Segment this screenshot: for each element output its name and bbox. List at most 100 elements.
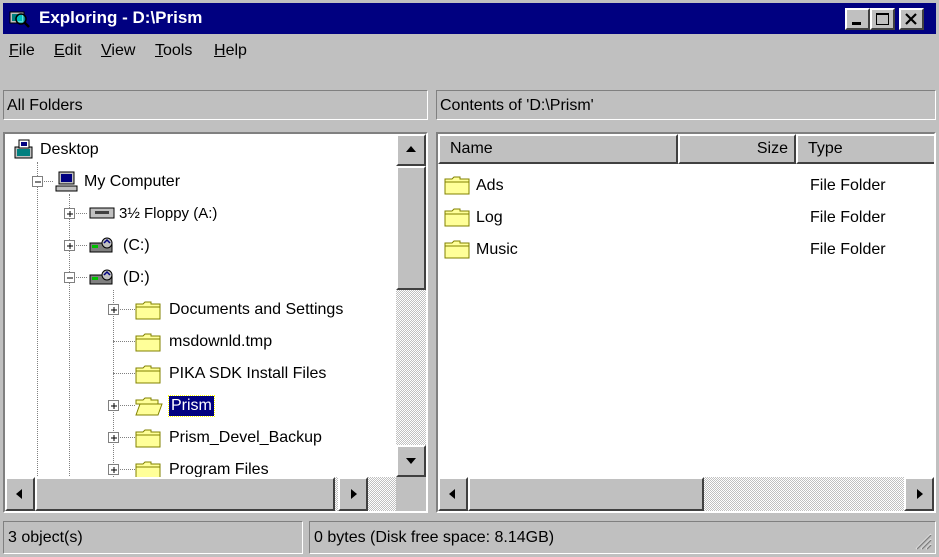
list-item[interactable]: Ads File Folder (438, 170, 934, 202)
scroll-up-button[interactable] (396, 134, 426, 166)
column-header-size[interactable]: Size (678, 134, 796, 164)
folder-tree-pane[interactable]: Desktop My Computer 3½ Floppy (A:) (C:) … (3, 132, 428, 513)
maximize-button[interactable] (870, 8, 895, 30)
arrow-right-icon (351, 489, 357, 499)
contents-pane[interactable]: Name Size Type Ads File Folder Log File … (436, 132, 936, 513)
tree-line (113, 290, 114, 485)
computer-icon (55, 171, 78, 192)
scroll-left-button[interactable] (5, 477, 35, 511)
column-header-type[interactable]: Type (796, 134, 934, 164)
plus-icon (111, 435, 117, 441)
tree-label-prism-devel-backup: Prism_Devel_Backup (169, 429, 322, 446)
menu-view-mnemonic: V (101, 42, 112, 59)
status-object-count: 3 object(s) (3, 521, 303, 554)
menu-view[interactable]: View (101, 41, 135, 61)
menu-bar: File Edit View Tools Help (3, 36, 936, 66)
menu-edit[interactable]: Edit (54, 41, 82, 61)
plus-icon (111, 307, 117, 313)
menu-file[interactable]: File (9, 41, 35, 61)
minimize-button[interactable] (845, 8, 870, 30)
folder-icon (444, 176, 470, 195)
tree-item-drive-d[interactable]: (D:) (89, 262, 395, 294)
collapse-toggle[interactable] (32, 176, 43, 187)
minus-icon (35, 181, 41, 183)
file-name: Ads (476, 177, 504, 194)
tree-label-msdownld: msdownld.tmp (169, 333, 273, 350)
scroll-thumb[interactable] (468, 477, 704, 511)
tree-item-msdownld[interactable]: msdownld.tmp (135, 326, 397, 358)
folder-icon (444, 240, 470, 259)
scroll-corner (396, 477, 426, 511)
list-item[interactable]: Music File Folder (438, 234, 934, 266)
floppy-drive-icon (89, 207, 115, 219)
contents-horizontal-scrollbar[interactable] (438, 477, 934, 511)
hard-drive-icon (89, 269, 113, 285)
file-type: File Folder (810, 177, 886, 194)
arrow-right-icon (917, 489, 923, 499)
explorer-window: Exploring - D:\Prism File Edit View Tool… (0, 0, 939, 557)
tree-label-drive-c: (C:) (123, 237, 150, 254)
scroll-right-button[interactable] (904, 477, 934, 511)
folder-open-icon (135, 397, 163, 416)
tree-item-drive-c[interactable]: (C:) (89, 230, 395, 262)
folder-icon (135, 301, 161, 320)
folder-icon (135, 365, 161, 384)
menu-tools-mnemonic: T (155, 42, 163, 59)
arrow-up-icon (406, 146, 416, 152)
expand-toggle[interactable] (64, 208, 75, 219)
tree-item-desktop[interactable]: Desktop (5, 134, 395, 166)
plus-icon (67, 211, 73, 217)
resize-grip-icon[interactable] (912, 530, 932, 550)
tree-line (69, 194, 70, 484)
title-bar[interactable]: Exploring - D:\Prism (3, 3, 936, 34)
all-folders-header: All Folders (3, 90, 428, 120)
list-item[interactable]: Log File Folder (438, 202, 934, 234)
tree-item-floppy[interactable]: 3½ Floppy (A:) (89, 198, 395, 230)
menu-help-label: elp (225, 42, 247, 59)
tree-item-prism[interactable]: Prism (135, 390, 397, 422)
scroll-thumb[interactable] (396, 166, 426, 290)
scroll-down-button[interactable] (396, 445, 426, 477)
column-header-name[interactable]: Name (438, 134, 678, 164)
tree-label-prism: Prism (168, 395, 215, 417)
tree-item-pika-sdk[interactable]: PIKA SDK Install Files (135, 358, 397, 390)
scroll-left-button[interactable] (438, 477, 468, 511)
tree-label-documents-and-settings: Documents and Settings (169, 301, 344, 318)
file-type: File Folder (810, 209, 886, 226)
maximize-icon (876, 13, 889, 25)
arrow-left-icon (449, 489, 455, 499)
tree-item-prism-devel-backup[interactable]: Prism_Devel_Backup (135, 422, 397, 454)
menu-tools[interactable]: Tools (155, 41, 192, 61)
status-disk-info: 0 bytes (Disk free space: 8.14GB) (309, 521, 936, 554)
tree-line (37, 162, 38, 482)
collapse-toggle[interactable] (64, 272, 75, 283)
expand-toggle[interactable] (64, 240, 75, 251)
hard-drive-icon (89, 237, 113, 253)
expand-toggle[interactable] (108, 464, 119, 475)
close-icon (905, 13, 917, 25)
tree-line (113, 373, 135, 374)
expand-toggle[interactable] (108, 304, 119, 315)
menu-file-mnemonic: F (9, 42, 19, 59)
file-type: File Folder (810, 241, 886, 258)
explorer-magnifier-icon (9, 11, 30, 28)
expand-toggle[interactable] (108, 432, 119, 443)
plus-icon (67, 243, 73, 249)
menu-edit-mnemonic: E (54, 42, 65, 59)
arrow-down-icon (406, 458, 416, 464)
tree-label-floppy: 3½ Floppy (A:) (119, 205, 218, 222)
tree-line (113, 341, 135, 342)
desktop-icon (14, 139, 33, 159)
plus-icon (111, 467, 117, 473)
tree-item-my-computer[interactable]: My Computer (55, 166, 395, 198)
scroll-thumb[interactable] (35, 477, 335, 511)
menu-help[interactable]: Help (214, 41, 247, 61)
menu-help-mnemonic: H (214, 42, 226, 59)
menu-edit-label: dit (64, 42, 82, 59)
close-button[interactable] (899, 8, 924, 30)
tree-vertical-scrollbar[interactable] (396, 134, 426, 477)
scroll-right-button[interactable] (338, 477, 368, 511)
expand-toggle[interactable] (108, 400, 119, 411)
tree-horizontal-scrollbar[interactable] (5, 477, 396, 511)
tree-item-documents-and-settings[interactable]: Documents and Settings (135, 294, 397, 326)
